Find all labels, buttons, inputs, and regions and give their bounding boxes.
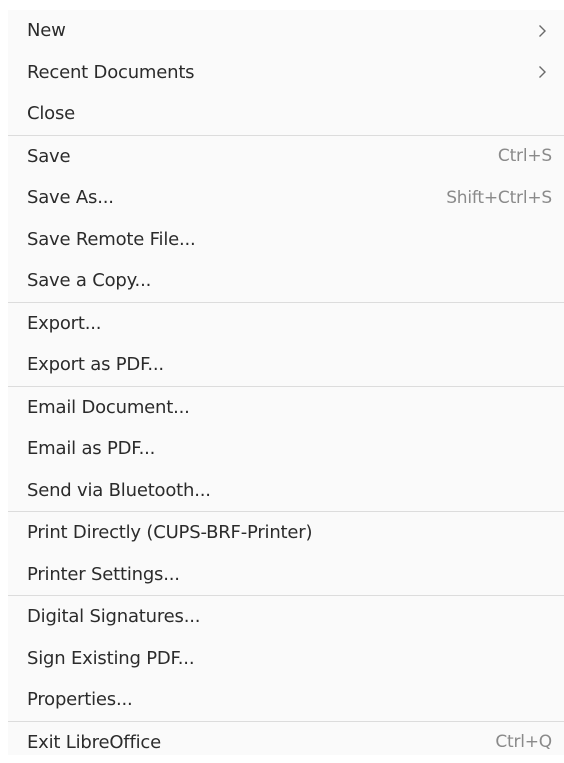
menu-item-export[interactable]: Export... — [8, 303, 564, 345]
menu-item-label: Save — [27, 146, 498, 167]
menu-item-label: Email Document... — [27, 397, 552, 418]
menu-item-label: Save As... — [27, 187, 446, 208]
file-menu: New Recent Documents Close Save Ctrl+S S… — [8, 10, 564, 755]
chevron-right-icon — [532, 62, 552, 82]
menu-item-email-document[interactable]: Email Document... — [8, 387, 564, 429]
chevron-right-icon — [532, 21, 552, 41]
menu-item-label: Sign Existing PDF... — [27, 648, 552, 669]
menu-group-new: New Recent Documents Close — [8, 10, 564, 136]
menu-item-label: New — [27, 20, 532, 41]
menu-item-close[interactable]: Close — [8, 93, 564, 135]
menu-group-signatures: Digital Signatures... Sign Existing PDF.… — [8, 596, 564, 722]
menu-item-label: Printer Settings... — [27, 564, 552, 585]
menu-item-digital-signatures[interactable]: Digital Signatures... — [8, 596, 564, 638]
menu-item-save[interactable]: Save Ctrl+S — [8, 136, 564, 178]
menu-group-send: Email Document... Email as PDF... Send v… — [8, 387, 564, 513]
menu-item-export-as-pdf[interactable]: Export as PDF... — [8, 344, 564, 386]
menu-item-sign-existing-pdf[interactable]: Sign Existing PDF... — [8, 638, 564, 680]
menu-item-label: Print Directly (CUPS-BRF-Printer) — [27, 522, 552, 543]
menu-group-export: Export... Export as PDF... — [8, 303, 564, 387]
shortcut-label: Ctrl+Q — [495, 732, 552, 752]
menu-item-label: Properties... — [27, 689, 552, 710]
menu-item-label: Send via Bluetooth... — [27, 480, 552, 501]
menu-item-label: Close — [27, 103, 552, 124]
menu-item-exit-libreoffice[interactable]: Exit LibreOffice Ctrl+Q — [8, 722, 564, 763]
menu-group-exit: Exit LibreOffice Ctrl+Q — [8, 722, 564, 763]
menu-group-print: Print Directly (CUPS-BRF-Printer) Printe… — [8, 512, 564, 596]
menu-group-save: Save Ctrl+S Save As... Shift+Ctrl+S Save… — [8, 136, 564, 303]
menu-item-print-directly[interactable]: Print Directly (CUPS-BRF-Printer) — [8, 512, 564, 554]
menu-item-label: Export... — [27, 313, 552, 334]
menu-item-save-remote-file[interactable]: Save Remote File... — [8, 219, 564, 261]
menu-item-label: Email as PDF... — [27, 438, 552, 459]
menu-item-label: Recent Documents — [27, 62, 532, 83]
menu-item-save-a-copy[interactable]: Save a Copy... — [8, 260, 564, 302]
menu-item-printer-settings[interactable]: Printer Settings... — [8, 554, 564, 596]
menu-item-label: Exit LibreOffice — [27, 732, 495, 753]
menu-item-send-via-bluetooth[interactable]: Send via Bluetooth... — [8, 470, 564, 512]
menu-item-email-as-pdf[interactable]: Email as PDF... — [8, 428, 564, 470]
menu-item-save-as[interactable]: Save As... Shift+Ctrl+S — [8, 177, 564, 219]
menu-item-label: Save Remote File... — [27, 229, 552, 250]
menu-item-properties[interactable]: Properties... — [8, 679, 564, 721]
menu-item-label: Export as PDF... — [27, 354, 552, 375]
shortcut-label: Ctrl+S — [498, 146, 552, 166]
menu-item-recent-documents[interactable]: Recent Documents — [8, 52, 564, 94]
menu-item-label: Digital Signatures... — [27, 606, 552, 627]
shortcut-label: Shift+Ctrl+S — [446, 188, 552, 208]
menu-item-new[interactable]: New — [8, 10, 564, 52]
menu-item-label: Save a Copy... — [27, 270, 552, 291]
